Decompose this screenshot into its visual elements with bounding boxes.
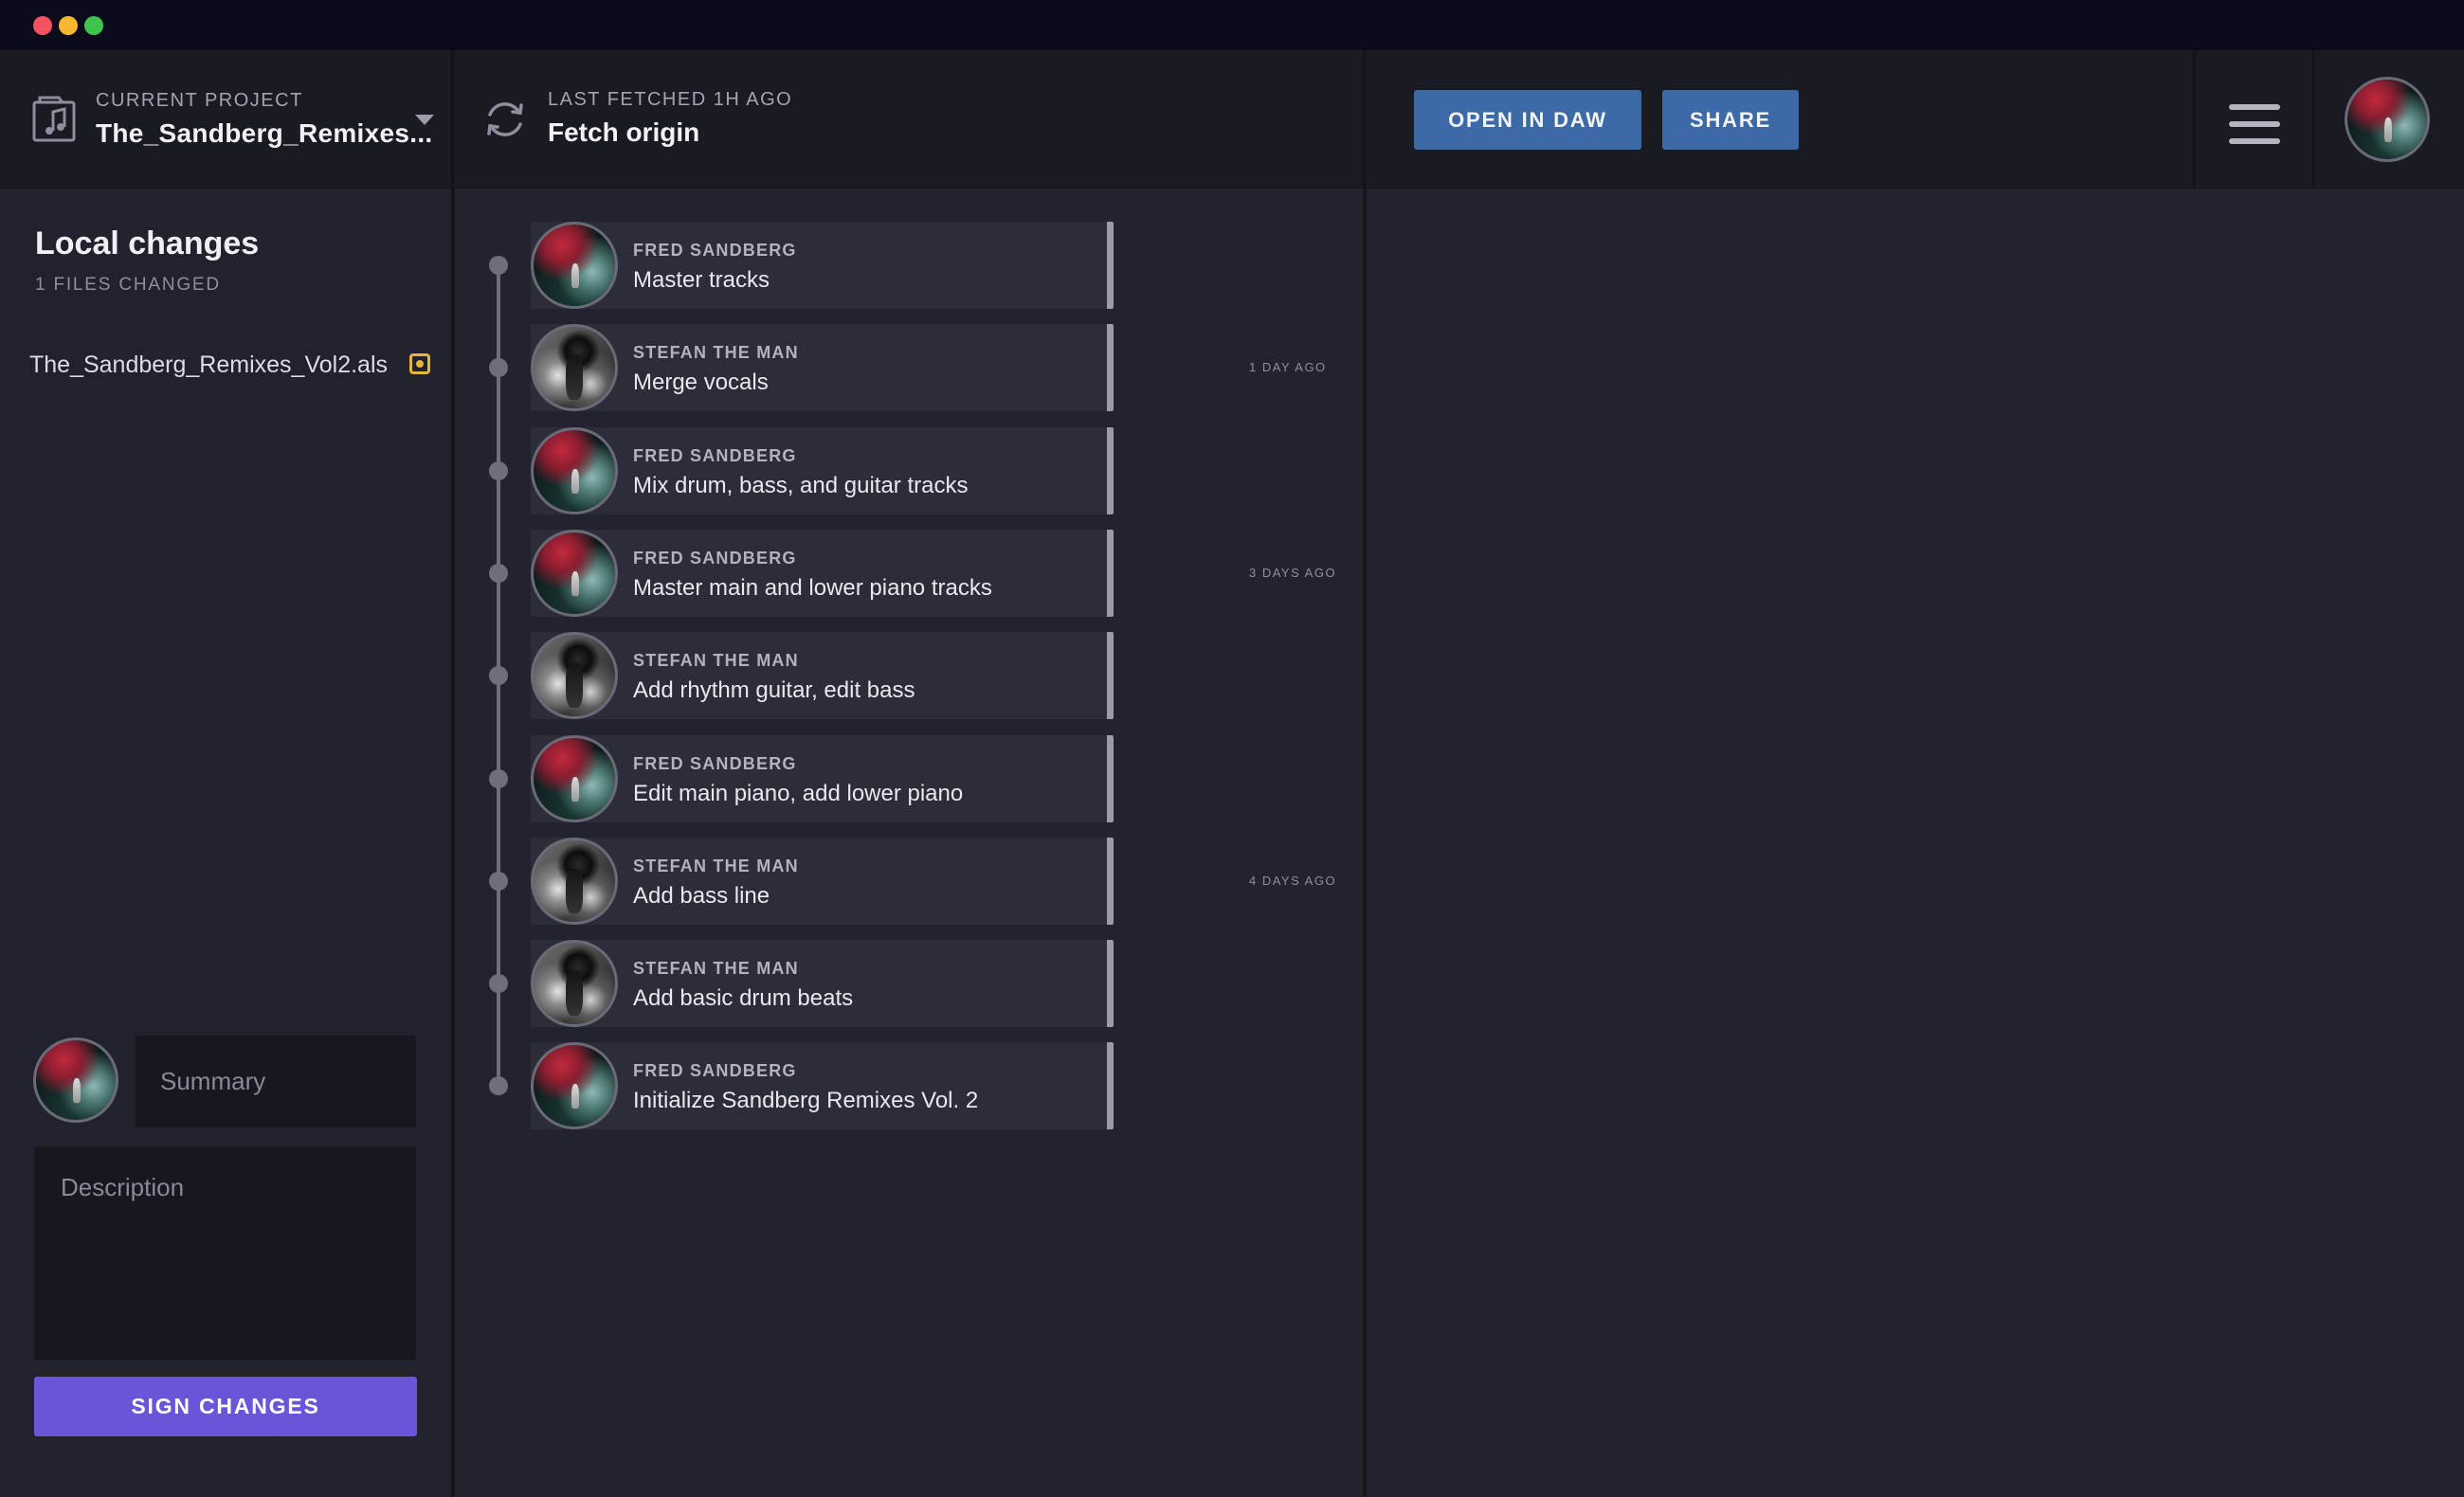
- commit-detail-panel: [1367, 189, 2464, 1497]
- commit-message: Master main and lower piano tracks: [633, 575, 992, 601]
- commit-author-avatar: [531, 838, 618, 925]
- commit-item[interactable]: FRED SANDBERG Master main and lower piano…: [531, 530, 1114, 617]
- commit-author-avatar: [531, 632, 618, 719]
- commit-item[interactable]: STEFAN THE MAN Add basic drum beats: [531, 940, 1114, 1027]
- commit-author-avatar: [531, 940, 618, 1027]
- sign-changes-button[interactable]: SIGN CHANGES: [34, 1377, 417, 1436]
- timeline-dot: [489, 769, 508, 788]
- commit-message: Mix drum, bass, and guitar tracks: [633, 473, 969, 498]
- commit-message: Edit main piano, add lower piano: [633, 781, 964, 806]
- chevron-down-icon[interactable]: [415, 115, 434, 125]
- commit-message: Add basic drum beats: [633, 985, 854, 1011]
- share-button[interactable]: SHARE: [1662, 90, 1799, 150]
- sync-icon: [487, 102, 523, 136]
- commit-author: STEFAN THE MAN: [633, 959, 799, 978]
- commit-author: FRED SANDBERG: [633, 446, 797, 465]
- music-folder-icon: [32, 96, 76, 142]
- author-avatar: [33, 1037, 118, 1123]
- commit-item[interactable]: FRED SANDBERG Initialize Sandberg Remixes…: [531, 1042, 1114, 1129]
- close-window-button[interactable]: [33, 16, 52, 35]
- zoom-window-button[interactable]: [84, 16, 103, 35]
- commit-author: STEFAN THE MAN: [633, 857, 799, 875]
- open-in-daw-button[interactable]: OPEN IN DAW: [1414, 90, 1641, 150]
- timeline-dot: [489, 1076, 508, 1095]
- toolbar-divider: [2312, 50, 2315, 188]
- summary-input[interactable]: [136, 1036, 416, 1127]
- last-fetched-label: LAST FETCHED 1H AGO: [548, 89, 793, 110]
- current-project-label: CURRENT PROJECT: [96, 90, 303, 111]
- commit-item[interactable]: STEFAN THE MAN Add bass line: [531, 838, 1114, 925]
- modified-icon: [409, 353, 430, 374]
- commit-item[interactable]: FRED SANDBERG Master tracks: [531, 222, 1114, 309]
- toolbar-divider: [2193, 50, 2196, 188]
- timeline-dot: [489, 872, 508, 891]
- commit-item[interactable]: STEFAN THE MAN Add rhythm guitar, edit ba…: [531, 632, 1114, 719]
- timeline-dot: [489, 564, 508, 583]
- toolbar-divider: [1363, 50, 1366, 188]
- commit-author-avatar: [531, 222, 618, 309]
- top-toolbar: CURRENT PROJECT The_Sandberg_Remixes... …: [0, 50, 2464, 189]
- commit-author-avatar: [531, 1042, 618, 1129]
- commit-item[interactable]: FRED SANDBERG Edit main piano, add lower …: [531, 735, 1114, 822]
- user-avatar[interactable]: [2345, 77, 2430, 162]
- project-name: The_Sandberg_Remixes...: [96, 118, 433, 148]
- toolbar-divider: [451, 50, 454, 188]
- changed-file-item[interactable]: The_Sandberg_Remixes_Vol2.als: [29, 352, 388, 379]
- commit-item[interactable]: FRED SANDBERG Mix drum, bass, and guitar …: [531, 427, 1114, 514]
- timeline-dot: [489, 666, 508, 685]
- commit-author: FRED SANDBERG: [633, 549, 797, 568]
- time-label: 4 DAYS AGO: [1249, 874, 1337, 888]
- commit-message: Add bass line: [633, 883, 770, 909]
- timeline-dot: [489, 461, 508, 480]
- commit-message: Master tracks: [633, 267, 770, 293]
- window-titlebar: [0, 0, 2464, 50]
- commit-author-avatar: [531, 324, 618, 411]
- commit-author: FRED SANDBERG: [633, 241, 797, 260]
- timeline-dot: [489, 256, 508, 275]
- commit-author: FRED SANDBERG: [633, 1061, 797, 1080]
- commit-author: STEFAN THE MAN: [633, 651, 799, 670]
- minimize-window-button[interactable]: [59, 16, 78, 35]
- files-changed-count: 1 FILES CHANGED: [35, 275, 221, 295]
- commit-author-avatar: [531, 427, 618, 514]
- commit-item[interactable]: STEFAN THE MAN Merge vocals: [531, 324, 1114, 411]
- commit-author-avatar: [531, 735, 618, 822]
- timeline-dot: [489, 358, 508, 377]
- description-input[interactable]: [34, 1146, 416, 1360]
- hamburger-menu-icon[interactable]: [2229, 102, 2282, 148]
- commit-message: Initialize Sandberg Remixes Vol. 2: [633, 1088, 979, 1113]
- commit-author: STEFAN THE MAN: [633, 343, 799, 362]
- local-changes-title: Local changes: [35, 225, 260, 262]
- commit-author: FRED SANDBERG: [633, 754, 797, 773]
- commit-author-avatar: [531, 530, 618, 617]
- time-label: 3 DAYS AGO: [1249, 566, 1337, 580]
- timeline-dot: [489, 974, 508, 993]
- commit-message: Merge vocals: [633, 370, 769, 395]
- fetch-origin-label: Fetch origin: [548, 117, 700, 147]
- commit-message: Add rhythm guitar, edit bass: [633, 677, 915, 703]
- time-label: 1 DAY AGO: [1249, 360, 1327, 374]
